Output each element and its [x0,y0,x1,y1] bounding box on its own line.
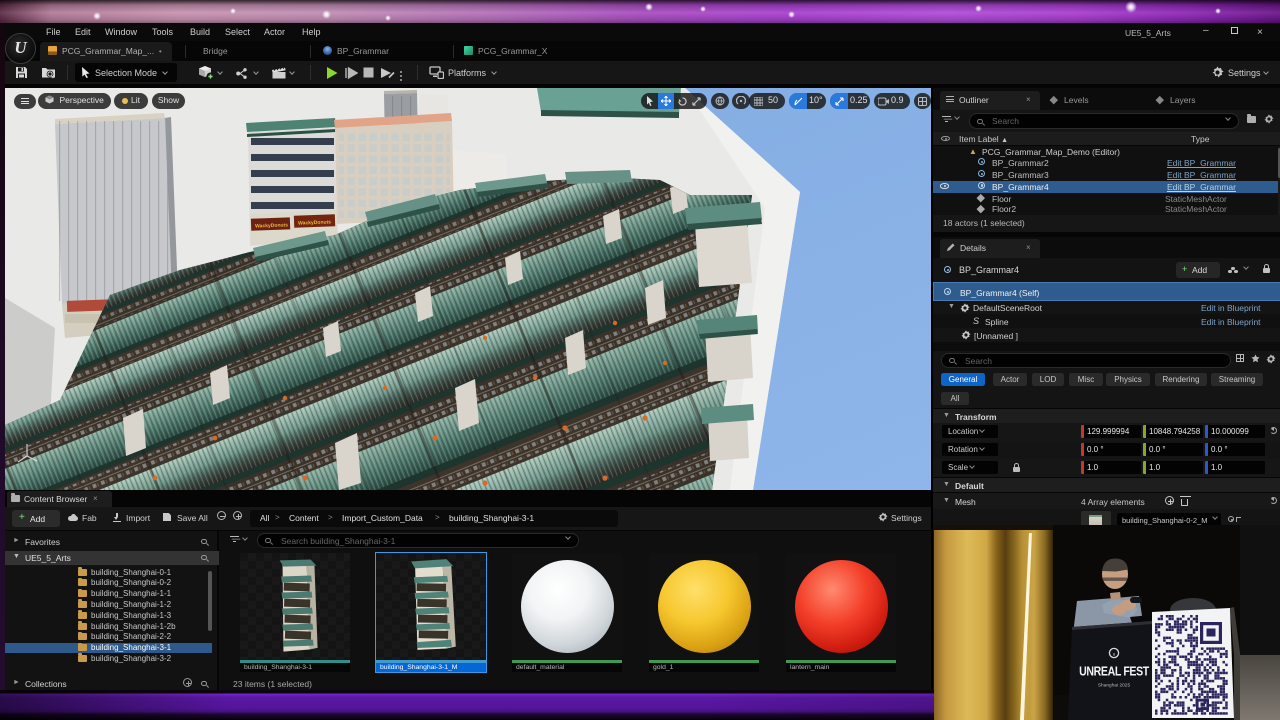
svg-text:UNREAL FEST: UNREAL FEST [1079,664,1150,679]
svg-text:WackyDonuts: WackyDonuts [255,222,288,229]
svg-text:WackyDonuts: WackyDonuts [298,219,331,226]
svg-text:Shanghai 2025: Shanghai 2025 [1098,683,1131,689]
svg-text:u: u [1113,652,1116,657]
